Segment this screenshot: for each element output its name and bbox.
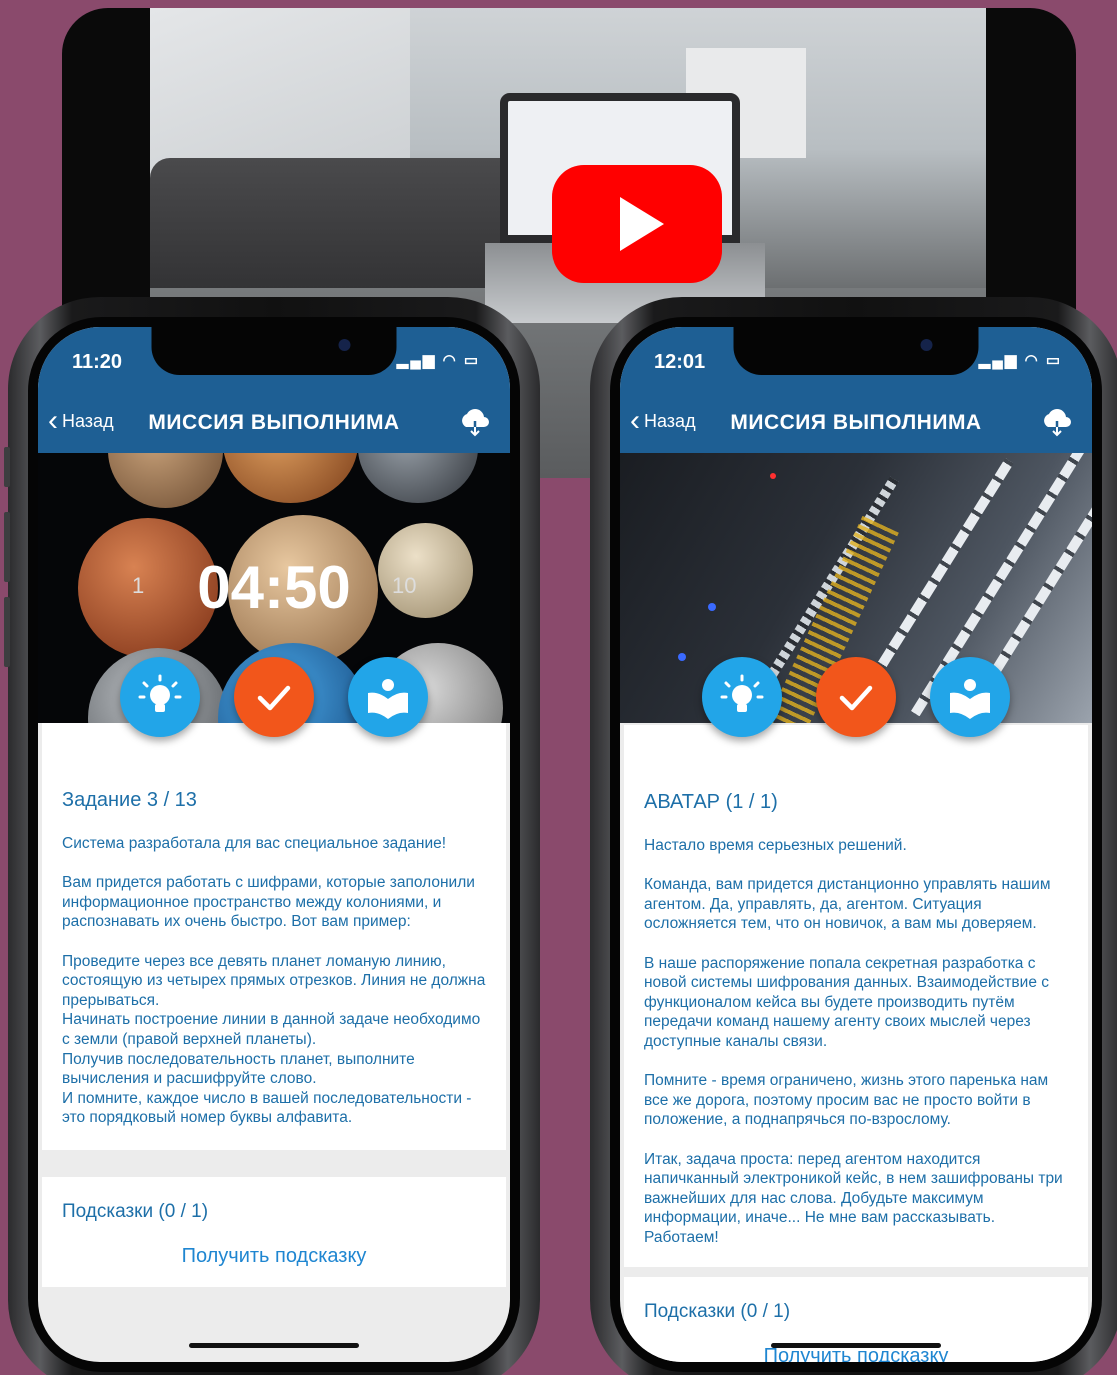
hints-card: Подсказки (0 / 1) Получить подсказку [624, 1277, 1088, 1362]
home-indicator [189, 1343, 359, 1348]
status-time: 11:20 [72, 351, 123, 373]
status-time: 12:01 [654, 351, 706, 373]
task-card: АВАТАР (1 / 1) Настало время серьезных р… [624, 725, 1088, 1268]
cloud-download-icon[interactable] [458, 405, 492, 439]
lightbulb-icon [720, 674, 764, 712]
checkmark-icon [839, 685, 873, 711]
hint-lightbulb-button[interactable] [120, 657, 200, 737]
task-paragraph: Итак, задача проста: перед агентом наход… [644, 1150, 1063, 1246]
hints-counter: Подсказки (0 / 1) [62, 1201, 209, 1222]
status-icons: ▂▄▆ ◠ ▭ [978, 352, 1062, 369]
checkmark-icon [257, 685, 291, 711]
book-reader-icon [950, 679, 990, 719]
task-card: Задание 3 / 13 Система разработала для в… [42, 723, 506, 1150]
nav-bar: ‹ Назад МИССИЯ ВЫПОЛНИМА [620, 393, 1092, 453]
task-paragraph: Проведите через все девять планет ломану… [62, 952, 486, 1127]
book-reader-icon [368, 679, 408, 719]
page-title: МИССИЯ ВЫПОЛНИМА [730, 411, 982, 434]
rules-book-button[interactable] [348, 657, 428, 737]
get-hint-link[interactable]: Получить подсказку [62, 1245, 486, 1268]
rules-book-button[interactable] [930, 657, 1010, 737]
phone-left: 11:20 ▂▄▆ ◠ ▭ ‹ Назад МИССИЯ ВЫПОЛНИМА 1… [4, 297, 540, 1375]
task-paragraph: Помните - время ограничено, жизнь этого … [644, 1072, 1049, 1129]
task-paragraph: В наше распоряжение попала секретная раз… [644, 954, 1050, 1050]
task-paragraph: Вам придется работать с шифрами, которые… [62, 874, 475, 931]
task-paragraph: Система разработала для вас специальное … [62, 835, 447, 852]
submit-answer-button[interactable] [816, 657, 896, 737]
hints-card: Подсказки (0 / 1) Получить подсказку [42, 1177, 506, 1287]
lightbulb-icon [138, 674, 182, 712]
submit-answer-button[interactable] [234, 657, 314, 737]
home-indicator [771, 1343, 941, 1348]
nav-bar: ‹ Назад МИССИЯ ВЫПОЛНИМА [38, 393, 510, 453]
task-paragraph: Настало время серьезных решений. [644, 837, 907, 854]
countdown-timer: 04:50 [197, 554, 351, 621]
cloud-download-icon[interactable] [1040, 405, 1074, 439]
phone-screen: 12:01 ▂▄▆ ◠ ▭ ‹ Назад МИССИЯ ВЫПОЛНИМА А… [620, 327, 1092, 1362]
phone-right: 12:01 ▂▄▆ ◠ ▭ ‹ Назад МИССИЯ ВЫПОЛНИМА А… [590, 297, 1117, 1375]
hint-lightbulb-button[interactable] [702, 657, 782, 737]
youtube-play-icon[interactable] [552, 165, 722, 283]
page-title: МИССИЯ ВЫПОЛНИМА [148, 411, 400, 434]
hints-counter: Подсказки (0 / 1) [644, 1301, 791, 1322]
task-paragraph: Команда, вам придется дистанционно управ… [644, 876, 1051, 933]
status-icons: ▂▄▆ ◠ ▭ [396, 352, 480, 369]
phone-screen: 11:20 ▂▄▆ ◠ ▭ ‹ Назад МИССИЯ ВЫПОЛНИМА 1… [38, 327, 510, 1362]
planet-number-right: 10 [392, 573, 417, 598]
